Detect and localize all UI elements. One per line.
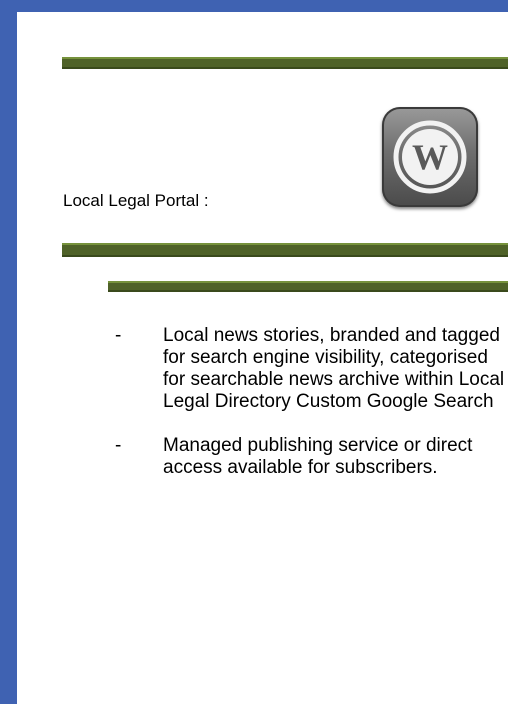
bullet-dash: -: [115, 435, 122, 456]
left-border: [0, 0, 17, 704]
list-item-text: Local news stories, branded and tagged f…: [163, 325, 505, 412]
wordpress-icon: W: [382, 107, 478, 207]
list-item: - Local news stories, branded and tagged…: [110, 325, 508, 413]
top-divider: [62, 57, 508, 69]
list-item: - Managed publishing service or direct a…: [110, 435, 508, 479]
feature-list: - Local news stories, branded and tagged…: [110, 325, 508, 479]
middle-divider: [62, 243, 508, 257]
list-item-text: Managed publishing service or direct acc…: [163, 435, 473, 478]
sub-divider: [108, 281, 508, 292]
wordpress-logo-letter: W: [412, 137, 448, 177]
bullet-dash: -: [115, 325, 122, 346]
portal-label: Local Legal Portal :: [63, 191, 209, 210]
top-border: [0, 0, 508, 12]
